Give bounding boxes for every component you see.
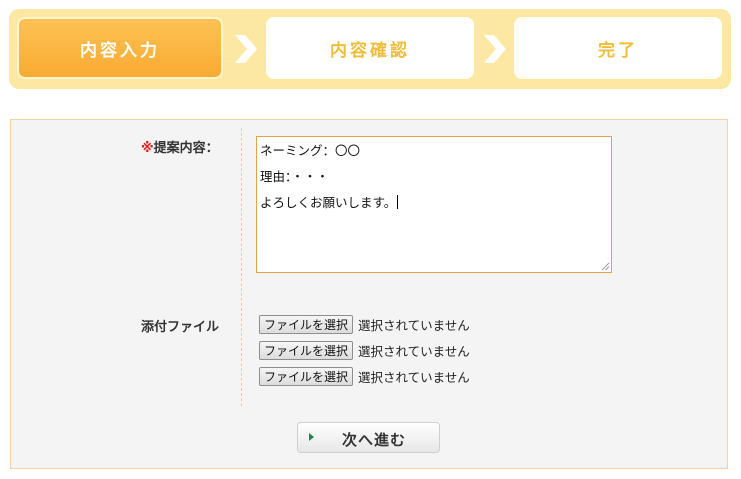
file-input-1: ファイルを選択 選択されていません (259, 314, 470, 334)
step-input-label: 内容入力 (80, 40, 160, 61)
proposal-label: ※提案内容： (141, 137, 219, 156)
column-divider (241, 128, 242, 406)
textarea-line: ネーミング：〇〇 (260, 143, 361, 158)
chevron-right-icon (484, 35, 506, 63)
step-progress-bar: 内容入力 内容確認 完了 (9, 9, 731, 89)
file-status: 選択されていません (358, 343, 470, 359)
step-complete-label: 完了 (598, 40, 638, 61)
resize-grip-icon[interactable] (601, 262, 610, 271)
textarea-line: 理由：・・・ (260, 169, 329, 184)
textarea-line: よろしくお願いします。 (260, 195, 397, 210)
chevron-right-icon (235, 35, 257, 63)
proposal-label-text: 提案内容： (153, 141, 219, 156)
next-button-label: 次へ進む (342, 431, 407, 449)
file-input-3: ファイルを選択 選択されていません (259, 366, 470, 386)
file-status: 選択されていません (358, 317, 470, 333)
text-caret (397, 195, 399, 209)
step-confirm: 内容確認 (266, 17, 474, 79)
required-mark: ※ (141, 141, 154, 156)
proposal-textarea[interactable]: ネーミング：〇〇 理由：・・・ よろしくお願いします。 (256, 136, 612, 273)
triangle-right-icon (309, 433, 314, 441)
step-input: 内容入力 (17, 17, 223, 79)
next-button[interactable]: 次へ進む (297, 422, 440, 453)
step-complete: 完了 (514, 17, 722, 79)
choose-file-button[interactable]: ファイルを選択 (259, 366, 354, 386)
form-panel: ※提案内容： ネーミング：〇〇 理由：・・・ よろしくお願いします。 添付ファイ… (10, 119, 728, 469)
step-confirm-label: 内容確認 (330, 40, 410, 61)
attachment-label: 添付ファイル (141, 320, 220, 335)
choose-file-button[interactable]: ファイルを選択 (259, 340, 354, 360)
file-status: 選択されていません (358, 369, 470, 385)
choose-file-button[interactable]: ファイルを選択 (259, 314, 354, 334)
textarea-line-with-caret: よろしくお願いします。 (260, 190, 608, 216)
file-input-2: ファイルを選択 選択されていません (259, 340, 470, 360)
